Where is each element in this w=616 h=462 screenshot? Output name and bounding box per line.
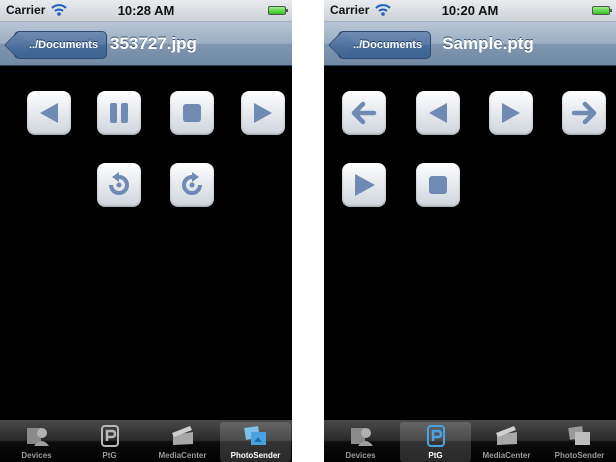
page-title: Sample.ptg <box>442 34 534 53</box>
ptg-icon <box>101 425 119 447</box>
rotate-ccw-icon <box>109 172 129 195</box>
tab-devices[interactable]: Devices <box>325 422 396 462</box>
tab-ptg[interactable]: PtG <box>400 422 471 462</box>
chevron-right-icon <box>502 103 520 123</box>
tab-photosender[interactable]: PhotoSender <box>544 422 615 462</box>
clapperboard-icon <box>172 426 193 445</box>
stop-icon <box>429 176 447 194</box>
arrow-right-icon <box>571 101 597 125</box>
tab-mediacenter[interactable]: MediaCenter <box>471 422 542 462</box>
clapperboard-icon <box>496 426 517 445</box>
tab-photosender[interactable]: PhotoSender <box>220 422 291 462</box>
arrow-left-icon <box>351 101 377 125</box>
devices-icon <box>27 428 49 446</box>
previous-button[interactable] <box>416 91 460 135</box>
tab-devices[interactable]: Devices <box>1 422 72 462</box>
devices-icon <box>351 428 373 446</box>
stop-icon <box>183 104 201 122</box>
status-bar: Carrier 10:20 AM <box>324 0 616 22</box>
chevron-left-icon <box>429 103 447 123</box>
rotate-right-button[interactable] <box>170 163 214 207</box>
pause-button[interactable] <box>97 91 141 135</box>
stop-button[interactable] <box>416 163 460 207</box>
first-button[interactable] <box>342 91 386 135</box>
chevron-left-icon <box>40 103 58 123</box>
rotate-cw-icon <box>182 172 202 195</box>
previous-button[interactable] <box>27 91 71 135</box>
battery-icon <box>592 6 612 15</box>
next-button[interactable] <box>241 91 285 135</box>
page-title: 353727.jpg <box>110 34 197 53</box>
battery-icon <box>268 6 288 15</box>
back-button[interactable]: ../Documents <box>14 31 108 59</box>
play-icon <box>355 174 375 196</box>
right-screen: Carrier 10:20 AM ../Documents Sample.ptg <box>324 0 616 462</box>
clock: 10:20 AM <box>441 3 499 18</box>
play-button[interactable] <box>342 163 386 207</box>
left-screen: Carrier 10:28 AM ../Documents 353727.jpg <box>0 0 292 462</box>
ptg-icon <box>427 425 445 447</box>
last-button[interactable] <box>562 91 606 135</box>
stop-button[interactable] <box>170 91 214 135</box>
chevron-right-icon <box>254 103 272 123</box>
tab-bar: Devices PtG MediaCenter PhotoSender <box>0 420 292 462</box>
photos-icon <box>244 426 266 445</box>
rotate-left-button[interactable] <box>97 163 141 207</box>
clock: 10:28 AM <box>117 3 175 18</box>
navigation-bar: ../Documents Sample.ptg <box>324 22 616 66</box>
tab-bar: Devices PtG MediaCenter PhotoSender <box>324 420 616 462</box>
tab-ptg[interactable]: PtG <box>74 422 145 462</box>
navigation-bar: ../Documents 353727.jpg <box>0 22 292 66</box>
status-bar: Carrier 10:28 AM <box>0 0 292 22</box>
pause-icon <box>110 103 128 123</box>
photos-icon <box>568 426 590 445</box>
tab-mediacenter[interactable]: MediaCenter <box>147 422 218 462</box>
next-button[interactable] <box>489 91 533 135</box>
